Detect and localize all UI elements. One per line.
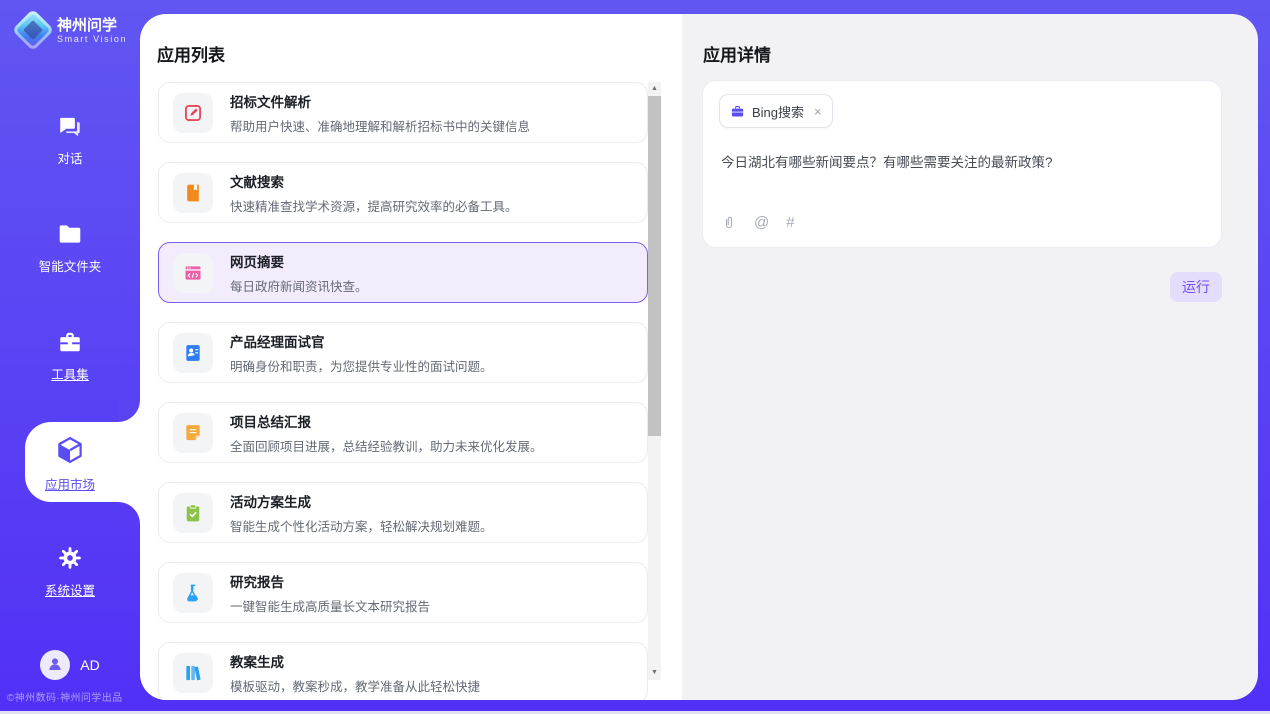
- app-card-title: 网页摘要: [230, 251, 368, 271]
- cube-icon: [55, 435, 85, 465]
- app-card-desc: 模板驱动，教案秒成，教学准备从此轻松快捷: [230, 676, 480, 695]
- app-card-icon-box: [173, 493, 213, 533]
- person-icon: [46, 655, 64, 676]
- logo-diamond-icon: [12, 9, 54, 51]
- app-card-title: 活动方案生成: [230, 491, 493, 511]
- sidebar-item-label: 系统设置: [45, 580, 95, 599]
- app-logo: 神州问学 Smart Vision: [18, 15, 127, 45]
- app-card-icon-box: [173, 653, 213, 693]
- app-card-icon-box: [173, 573, 213, 613]
- main-content: 应用列表 招标文件解析帮助用户快速、准确地理解和解析招标书中的关键信息文献搜索快…: [140, 14, 1258, 700]
- app-card-desc: 全面回顾项目进展，总结经验教训，助力未来优化发展。: [230, 436, 543, 455]
- scrollbar[interactable]: ▲ ▼: [648, 82, 661, 680]
- sidebar-item-app-market[interactable]: 应用市场: [0, 410, 140, 518]
- book-icon: [183, 183, 203, 203]
- sidebar-item-label: 工具集: [51, 364, 89, 383]
- app-detail-panel: 应用详情 Bing搜索 × 今日湖北有哪些新闻要点？有哪些需要关注的最新政策? …: [682, 14, 1258, 700]
- logo-subtitle: Smart Vision: [57, 34, 127, 44]
- app-window: 神州问学 Smart Vision 对话智能文件夹工具集应用市场系统设置 AD …: [0, 0, 1270, 714]
- chat-icon: [57, 113, 83, 139]
- app-card-icon-box: [173, 93, 213, 133]
- scrollbar-thumb[interactable]: [648, 96, 661, 436]
- app-card-title: 文献搜索: [230, 171, 518, 191]
- sidebar-nav: 对话智能文件夹工具集应用市场系统设置: [0, 86, 140, 626]
- scrollbar-up-icon[interactable]: ▲: [648, 82, 661, 96]
- clipboard-icon: [183, 503, 203, 523]
- tag-close-icon[interactable]: ×: [814, 104, 822, 119]
- app-card-web-summary[interactable]: 网页摘要每日政府新闻资讯快查。: [158, 242, 648, 303]
- user-label: AD: [80, 657, 99, 673]
- app-card-event-plan[interactable]: 活动方案生成智能生成个性化活动方案，轻松解决规划难题。: [158, 482, 648, 543]
- hash-icon[interactable]: #: [786, 215, 794, 231]
- pen-square-icon: [183, 103, 203, 123]
- tool-tag-bing-search[interactable]: Bing搜索 ×: [719, 94, 833, 128]
- scrollbar-down-icon[interactable]: ▼: [648, 666, 661, 680]
- sidebar-item-chat[interactable]: 对话: [0, 86, 140, 194]
- app-card-title: 产品经理面试官: [230, 331, 493, 351]
- app-card-list: 招标文件解析帮助用户快速、准确地理解和解析招标书中的关键信息文献搜索快速精准查找…: [158, 82, 648, 700]
- run-button[interactable]: 运行: [1170, 272, 1222, 302]
- books-icon: [183, 663, 203, 683]
- app-card-project-summary[interactable]: 项目总结汇报全面回顾项目进展，总结经验教训，助力未来优化发展。: [158, 402, 648, 463]
- interview-icon: [183, 343, 203, 363]
- avatar: [40, 650, 70, 680]
- sidebar: 神州问学 Smart Vision 对话智能文件夹工具集应用市场系统设置 AD …: [0, 0, 140, 714]
- app-card-icon-box: [173, 413, 213, 453]
- app-card-icon-box: [173, 173, 213, 213]
- app-card-desc: 智能生成个性化活动方案，轻松解决规划难题。: [230, 516, 493, 535]
- tool-tag-icon-slot: [730, 104, 745, 119]
- app-card-desc: 明确身份和职责，为您提供专业性的面试问题。: [230, 356, 493, 375]
- sidebar-item-label: 应用市场: [45, 474, 95, 493]
- question-text[interactable]: 今日湖北有哪些新闻要点？有哪些需要关注的最新政策?: [721, 151, 1201, 171]
- tool-tag-label: Bing搜索: [752, 102, 804, 121]
- attachment-icon[interactable]: [721, 215, 737, 231]
- user-profile[interactable]: AD: [0, 650, 140, 680]
- browser-icon: [183, 263, 203, 283]
- input-toolbar: @#: [721, 215, 795, 231]
- app-card-desc: 一键智能生成高质量长文本研究报告: [230, 596, 430, 615]
- app-card-research-report[interactable]: 研究报告一键智能生成高质量长文本研究报告: [158, 562, 648, 623]
- app-list-panel: 应用列表 招标文件解析帮助用户快速、准确地理解和解析招标书中的关键信息文献搜索快…: [140, 14, 682, 700]
- app-card-desc: 快速精准查找学术资源，提高研究效率的必备工具。: [230, 196, 518, 215]
- app-card-literature-search[interactable]: 文献搜索快速精准查找学术资源，提高研究效率的必备工具。: [158, 162, 648, 223]
- copyright-text: ©神州数码·神州问学出品: [7, 689, 123, 704]
- app-card-desc: 帮助用户快速、准确地理解和解析招标书中的关键信息: [230, 116, 530, 135]
- sidebar-item-toolset[interactable]: 工具集: [0, 302, 140, 410]
- app-card-title: 招标文件解析: [230, 91, 530, 111]
- briefcase-icon: [730, 104, 745, 119]
- sidebar-item-label: 智能文件夹: [39, 256, 102, 275]
- note-icon: [183, 423, 203, 443]
- sidebar-item-system-settings[interactable]: 系统设置: [0, 518, 140, 626]
- app-card-pm-interviewer[interactable]: 产品经理面试官明确身份和职责，为您提供专业性的面试问题。: [158, 322, 648, 383]
- app-card-title: 教案生成: [230, 651, 480, 671]
- logo-text: 神州问学 Smart Vision: [57, 17, 127, 44]
- app-card-lesson-plan[interactable]: 教案生成模板驱动，教案秒成，教学准备从此轻松快捷: [158, 642, 648, 700]
- folder-icon: [57, 221, 83, 247]
- mention-icon[interactable]: @: [754, 215, 769, 231]
- app-card-bid-doc-analysis[interactable]: 招标文件解析帮助用户快速、准确地理解和解析招标书中的关键信息: [158, 82, 648, 143]
- app-card-icon-box: [173, 253, 213, 293]
- sidebar-item-smart-folder[interactable]: 智能文件夹: [0, 194, 140, 302]
- prompt-card: Bing搜索 × 今日湖北有哪些新闻要点？有哪些需要关注的最新政策? @#: [702, 80, 1222, 248]
- app-card-desc: 每日政府新闻资讯快查。: [230, 276, 368, 295]
- app-card-icon-box: [173, 333, 213, 373]
- app-card-title: 研究报告: [230, 571, 430, 591]
- app-detail-title: 应用详情: [703, 41, 771, 66]
- sidebar-item-label: 对话: [57, 148, 82, 167]
- logo-title: 神州问学: [57, 17, 127, 34]
- app-card-title: 项目总结汇报: [230, 411, 543, 431]
- flask-icon: [183, 583, 203, 603]
- app-list-title: 应用列表: [157, 41, 225, 66]
- gear-icon: [57, 545, 83, 571]
- toolbox-icon: [57, 329, 83, 355]
